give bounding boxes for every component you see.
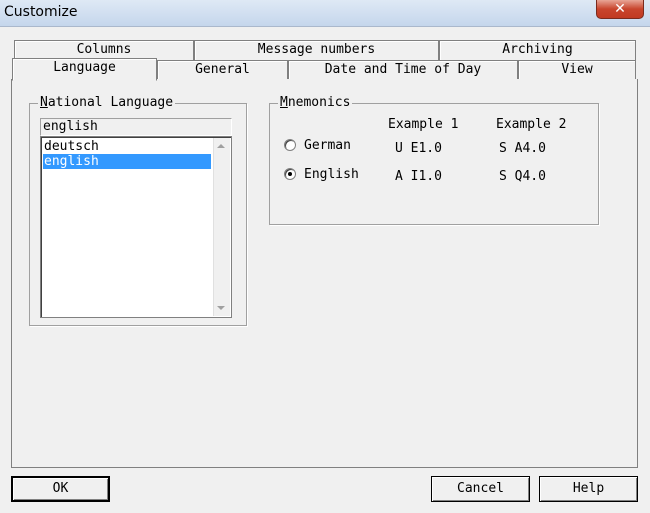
list-item[interactable]: deutsch <box>43 139 211 154</box>
language-listbox[interactable]: deutsch english <box>40 136 232 318</box>
english-example1: A I1.0 <box>395 169 442 184</box>
national-language-label: National Language <box>38 95 176 110</box>
german-example1: U E1.0 <box>395 141 442 156</box>
example1-header: Example 1 <box>388 117 459 132</box>
close-icon: ✕ <box>614 1 626 17</box>
radio-german[interactable] <box>284 139 296 151</box>
tab-columns[interactable]: Columns <box>14 40 194 60</box>
cancel-button[interactable]: Cancel <box>431 476 530 502</box>
vertical-scrollbar[interactable] <box>213 138 230 316</box>
example2-header: Example 2 <box>496 117 567 132</box>
scroll-down-arrow-icon[interactable] <box>217 306 225 310</box>
radio-selected-dot-icon <box>288 172 292 176</box>
tab-archiving[interactable]: Archiving <box>439 40 636 60</box>
window-title: Customize <box>4 4 78 20</box>
english-example2: S Q4.0 <box>499 169 546 184</box>
scroll-up-arrow-icon[interactable] <box>217 144 225 148</box>
tab-message-numbers[interactable]: Message numbers <box>194 40 439 60</box>
close-button[interactable]: ✕ <box>596 0 644 19</box>
tab-view[interactable]: View <box>518 60 636 80</box>
language-combo-input[interactable]: english <box>40 118 232 136</box>
help-button[interactable]: Help <box>539 476 638 502</box>
mnemonics-label: Mnemonics <box>278 95 353 110</box>
title-bar: Customize ✕ <box>0 0 650 27</box>
german-example2: S A4.0 <box>499 141 546 156</box>
ok-button[interactable]: OK <box>11 476 110 502</box>
radio-english[interactable] <box>284 168 296 180</box>
radio-english-label[interactable]: English <box>304 167 359 182</box>
tab-general[interactable]: General <box>157 60 288 80</box>
tab-language[interactable]: Language <box>12 58 157 81</box>
tab-date-time[interactable]: Date and Time of Day <box>288 60 518 80</box>
list-item-selected[interactable]: english <box>43 154 211 169</box>
radio-german-label[interactable]: German <box>304 138 351 153</box>
